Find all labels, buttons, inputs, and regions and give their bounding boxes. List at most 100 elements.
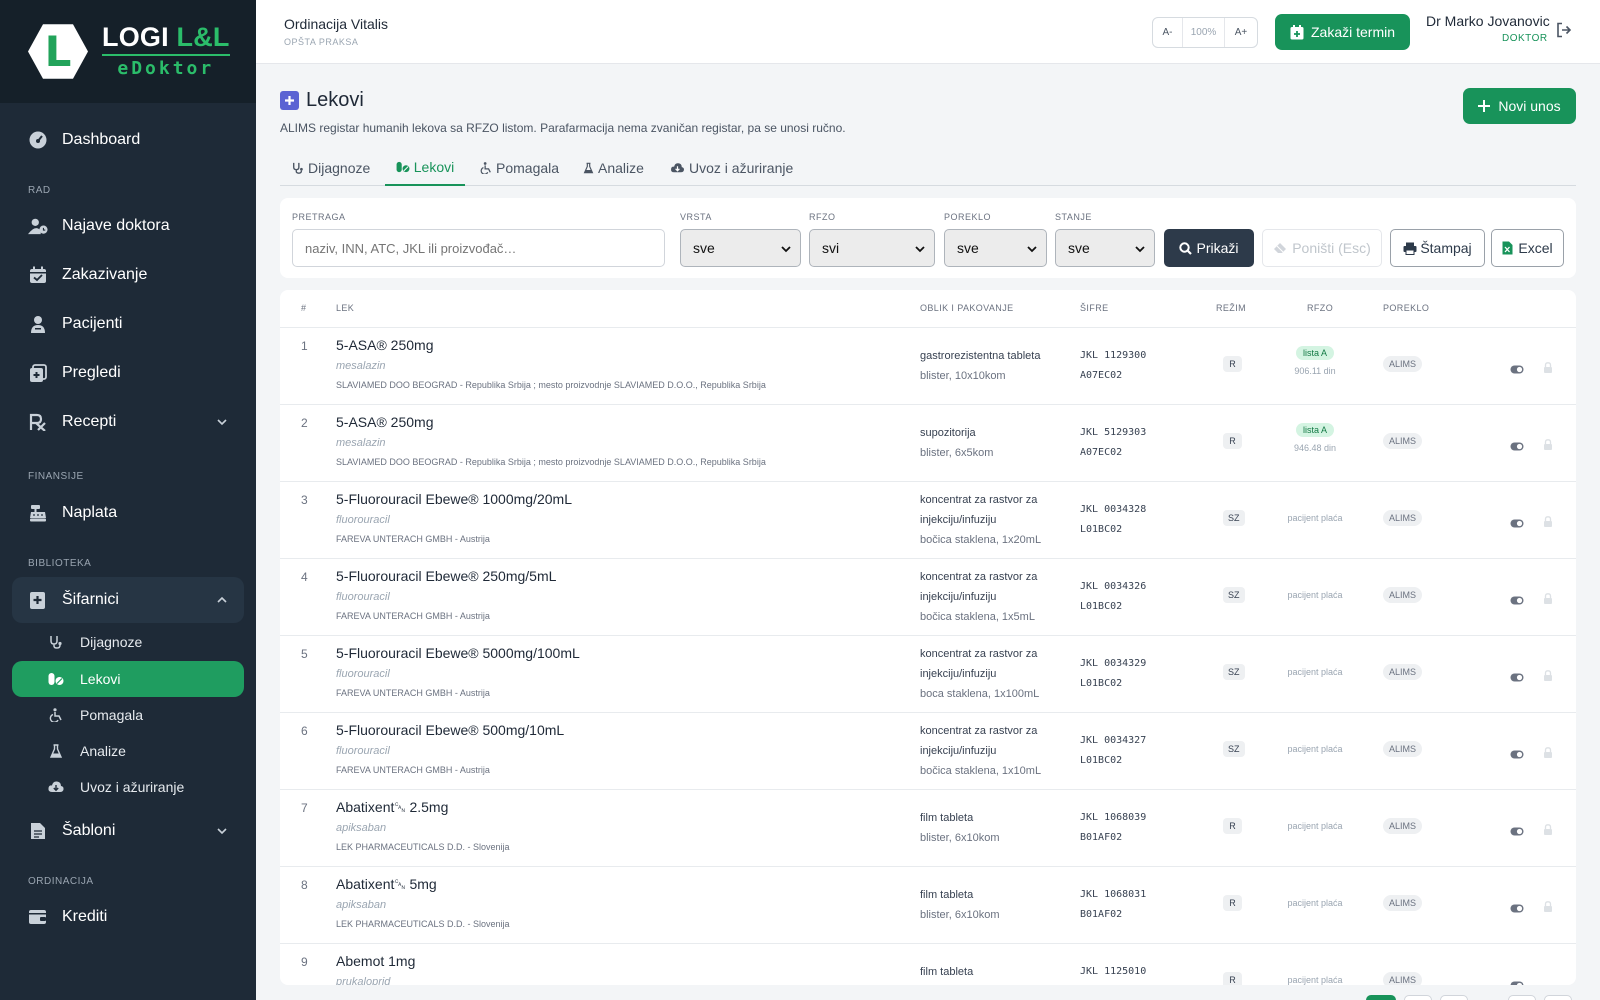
pagination-page[interactable] — [1404, 995, 1432, 1000]
table-row[interactable]: 6 5-Fluorouracil Ebewe® 500mg/10mL fluor… — [280, 712, 1576, 789]
sidebar-subitem-uvoz[interactable]: Uvoz i ažuriranje — [12, 769, 244, 805]
pagination-page[interactable] — [1508, 995, 1536, 1000]
sidebar-subitem-analize[interactable]: Analize — [12, 733, 244, 769]
table-row[interactable]: 5 5-Fluorouracil Ebewe® 5000mg/100mL flu… — [280, 635, 1576, 712]
toggle-icon[interactable] — [1510, 515, 1524, 533]
table-row[interactable]: 4 5-Fluorouracil Ebewe® 250mg/5mL fluoro… — [280, 558, 1576, 635]
chevron-up-icon — [216, 593, 228, 611]
plus-icon — [1478, 100, 1491, 112]
sidebar-item-najave[interactable]: Najave doktora — [12, 203, 244, 249]
sidebar-subitem-pomagala[interactable]: Pomagala — [12, 697, 244, 733]
pagination-next[interactable] — [1544, 995, 1572, 1000]
rfzo-price: 946.48 din — [1293, 443, 1337, 453]
lock-icon[interactable] — [1543, 745, 1553, 763]
toggle-icon[interactable] — [1510, 977, 1524, 985]
toggle-icon[interactable] — [1510, 592, 1524, 610]
drug-codes: JKL 0034327 L01BC02 — [1080, 731, 1146, 771]
sidebar-item-krediti[interactable]: Krediti — [12, 894, 244, 940]
pagination-page-active[interactable] — [1366, 995, 1396, 1000]
rfzo-select[interactable]: svi — [809, 229, 935, 267]
origin-badge: ALIMS — [1383, 433, 1423, 449]
rfzo-cell: pacijent plaća — [1287, 898, 1343, 908]
sidebar-item-pacijenti[interactable]: Pacijenti — [12, 301, 244, 347]
table-row[interactable]: 3 5-Fluorouracil Ebewe® 1000mg/20mL fluo… — [280, 481, 1576, 558]
lock-icon[interactable] — [1543, 668, 1553, 686]
sidebar-subitem-dijagnoze[interactable]: Dijagnoze — [12, 624, 244, 660]
lock-icon[interactable] — [1543, 360, 1553, 378]
toggle-icon[interactable] — [1510, 900, 1524, 918]
jkl-code: JKL 0034329 — [1080, 658, 1147, 669]
toggle-icon[interactable] — [1510, 823, 1524, 841]
print-button[interactable]: Štampaj — [1390, 229, 1485, 267]
origin-badge: ALIMS — [1383, 510, 1423, 526]
toggle-icon[interactable] — [1510, 669, 1524, 687]
search-input[interactable] — [292, 229, 665, 267]
lock-icon[interactable] — [1543, 514, 1553, 532]
vrsta-select[interactable]: sve — [680, 229, 801, 267]
schedule-appointment-button[interactable]: Zakaži termin — [1275, 14, 1410, 50]
tab-pomagala[interactable]: Pomagala — [480, 149, 559, 186]
sidebar-item-recepti[interactable]: Recepti — [12, 399, 244, 445]
zoom-out-button[interactable]: A- — [1153, 18, 1183, 47]
pagination-page[interactable] — [1440, 995, 1468, 1000]
reset-button[interactable]: Poništi (Esc) — [1262, 229, 1382, 267]
section-ordinacija: ORDINACIJA — [28, 876, 94, 887]
rfzo-list-badge: lista A — [1295, 423, 1334, 437]
tab-lekovi[interactable]: Lekovi — [385, 149, 465, 186]
lock-icon[interactable] — [1543, 822, 1553, 840]
toggle-icon[interactable] — [1510, 438, 1524, 456]
drug-manufacturer: FAREVA UNTERACH GMBH - Austrija — [336, 534, 490, 544]
drug-name: Abatixent␘ 5mg — [336, 876, 437, 892]
sidebar-item-sifarnici[interactable]: Šifarnici — [12, 577, 244, 623]
logo[interactable]: L LOGI L&L eDoktor — [0, 0, 256, 103]
sidebar-item-pregledi[interactable]: Pregledi — [12, 350, 244, 396]
table-row[interactable]: 7 Abatixent␘ 2.5mg apiksaban LEK PHARMAC… — [280, 789, 1576, 866]
page-description: ALIMS registar humanih lekova sa RFZO li… — [280, 121, 846, 135]
sidebar-item-dashboard[interactable]: Dashboard — [12, 117, 244, 163]
form-text: koncentrat za rastvor za injekciju/infuz… — [920, 648, 1038, 680]
drug-codes: JKL 0034326 L01BC02 — [1080, 577, 1146, 617]
drug-inn: mesalazin — [336, 360, 386, 372]
excel-button[interactable]: Excel — [1491, 229, 1564, 267]
rfzo-cell: pacijent plaća — [1287, 590, 1343, 600]
book-medical-icon — [280, 91, 299, 110]
sidebar-subitem-lekovi[interactable]: Lekovi — [12, 661, 244, 697]
form-text: supozitorija — [920, 427, 976, 439]
tab-uvoz[interactable]: Uvoz i ažuriranje — [670, 149, 793, 186]
vrsta-label: VRSTA — [680, 212, 712, 222]
new-entry-button[interactable]: Novi unos — [1463, 88, 1576, 124]
table-row[interactable]: 8 Abatixent␘ 5mg apiksaban LEK PHARMACEU… — [280, 866, 1576, 943]
poreklo-label: POREKLO — [944, 212, 992, 222]
clinic-name: Ordinacija Vitalis — [284, 16, 389, 32]
patient-icon — [28, 314, 48, 334]
toggle-icon[interactable] — [1510, 746, 1524, 764]
tab-dijagnoze[interactable]: Dijagnoze — [292, 149, 370, 186]
sidebar-item-naplata[interactable]: Naplata — [12, 490, 244, 536]
pills-icon — [396, 161, 410, 173]
poreklo-select[interactable]: sve — [944, 229, 1047, 267]
section-biblioteka: BIBLIOTEKA — [28, 558, 92, 569]
table-row[interactable]: 9 Abemot 1mg prukaloprid film tableta JK… — [280, 943, 1576, 985]
lock-icon[interactable] — [1543, 591, 1553, 609]
table-row[interactable]: 1 5-ASA® 250mg mesalazin SLAVIAMED DOO B… — [280, 327, 1576, 404]
origin-badge: ALIMS — [1383, 895, 1423, 911]
stanje-select[interactable]: sve — [1055, 229, 1155, 267]
rezim-badge: SZ — [1223, 741, 1245, 757]
pack-text: bočica staklena, 1x10mL — [920, 765, 1042, 777]
sidebar-item-zakazivanje[interactable]: Zakazivanje — [12, 252, 244, 298]
logout-icon[interactable] — [1556, 22, 1572, 43]
show-button[interactable]: Prikaži — [1164, 229, 1254, 267]
lock-icon[interactable] — [1543, 899, 1553, 917]
rezim-badge: R — [1223, 972, 1242, 985]
lock-icon[interactable] — [1543, 437, 1553, 455]
drug-inn: fluorouracil — [336, 745, 390, 757]
zoom-in-button[interactable]: A+ — [1225, 18, 1257, 47]
sidebar-item-sabloni[interactable]: Šabloni — [12, 808, 244, 854]
eraser-icon — [1273, 242, 1287, 254]
book-medical-icon — [28, 590, 48, 610]
tab-analize[interactable]: Analize — [583, 149, 644, 186]
logo-text: LOGI L&L eDoktor — [102, 24, 230, 79]
toggle-icon[interactable] — [1510, 361, 1524, 379]
sidebar-item-label: Dashboard — [62, 131, 141, 148]
table-row[interactable]: 2 5-ASA® 250mg mesalazin SLAVIAMED DOO B… — [280, 404, 1576, 481]
